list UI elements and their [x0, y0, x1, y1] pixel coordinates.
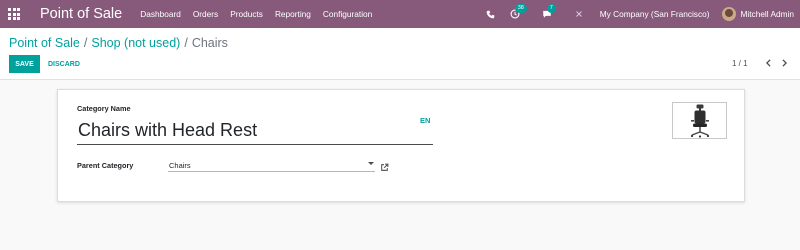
menu-item-configuration[interactable]: Configuration — [323, 9, 372, 19]
menu-item-products[interactable]: Products — [230, 9, 263, 19]
category-name-input[interactable] — [77, 117, 433, 145]
avatar[interactable] — [721, 7, 736, 21]
apps-menu-icon[interactable] — [0, 0, 28, 28]
company-switcher[interactable]: My Company (San Francisco) — [600, 9, 710, 19]
menu-item-reporting[interactable]: Reporting — [275, 9, 311, 19]
pager-previous-icon[interactable] — [762, 57, 774, 69]
breadcrumb-separator: / — [184, 36, 188, 50]
category-image[interactable] — [672, 102, 727, 139]
office-chair-image-icon — [690, 104, 709, 138]
parent-category-label: Parent Category — [77, 161, 134, 170]
menu-item-orders[interactable]: Orders — [193, 9, 218, 19]
form-sheet: Category Name EN Parent Category Chairs — [57, 89, 745, 202]
breadcrumb-current: Chairs — [191, 36, 228, 50]
activity-count-badge: 38 — [514, 4, 527, 13]
close-icon[interactable] — [572, 7, 586, 21]
language-button[interactable]: EN — [420, 116, 430, 125]
breadcrumb-separator: / — [83, 36, 88, 50]
pager-value[interactable]: 1 / 1 — [732, 59, 748, 68]
discard-button[interactable]: DISCARD — [48, 55, 80, 73]
save-button[interactable]: SAVE — [9, 55, 40, 73]
phone-icon[interactable] — [484, 7, 498, 21]
systray: 38 7 My Company (San Francisco) Mitchell… — [474, 0, 794, 28]
chat-icon[interactable]: 7 — [540, 4, 556, 21]
breadcrumb-shop[interactable]: Shop (not used) — [91, 36, 180, 50]
main-menu: Dashboard Orders Products Reporting Conf… — [140, 9, 384, 19]
parent-category-select[interactable]: Chairs — [168, 158, 375, 172]
menu-item-dashboard[interactable]: Dashboard — [140, 9, 181, 19]
app-title[interactable]: Point of Sale — [40, 6, 122, 22]
external-link-icon[interactable] — [380, 159, 390, 171]
chevron-down-icon[interactable] — [368, 162, 374, 165]
pager-next-icon[interactable] — [778, 57, 790, 69]
breadcrumb: Point of Sale / Shop (not used) / Chairs — [9, 36, 228, 50]
control-panel: Point of Sale / Shop (not used) / Chairs SAV… — [0, 28, 800, 80]
user-menu[interactable]: Mitchell Admin — [741, 9, 795, 19]
message-count-badge: 7 — [546, 4, 556, 13]
parent-category-value: Chairs — [169, 161, 191, 170]
breadcrumb-point-of-sale[interactable]: Point of Sale — [9, 36, 80, 50]
activity-clock-icon[interactable]: 38 — [508, 4, 527, 21]
category-name-label: Category Name — [77, 104, 131, 113]
top-navbar: Point of Sale Dashboard Orders Products … — [0, 0, 800, 28]
